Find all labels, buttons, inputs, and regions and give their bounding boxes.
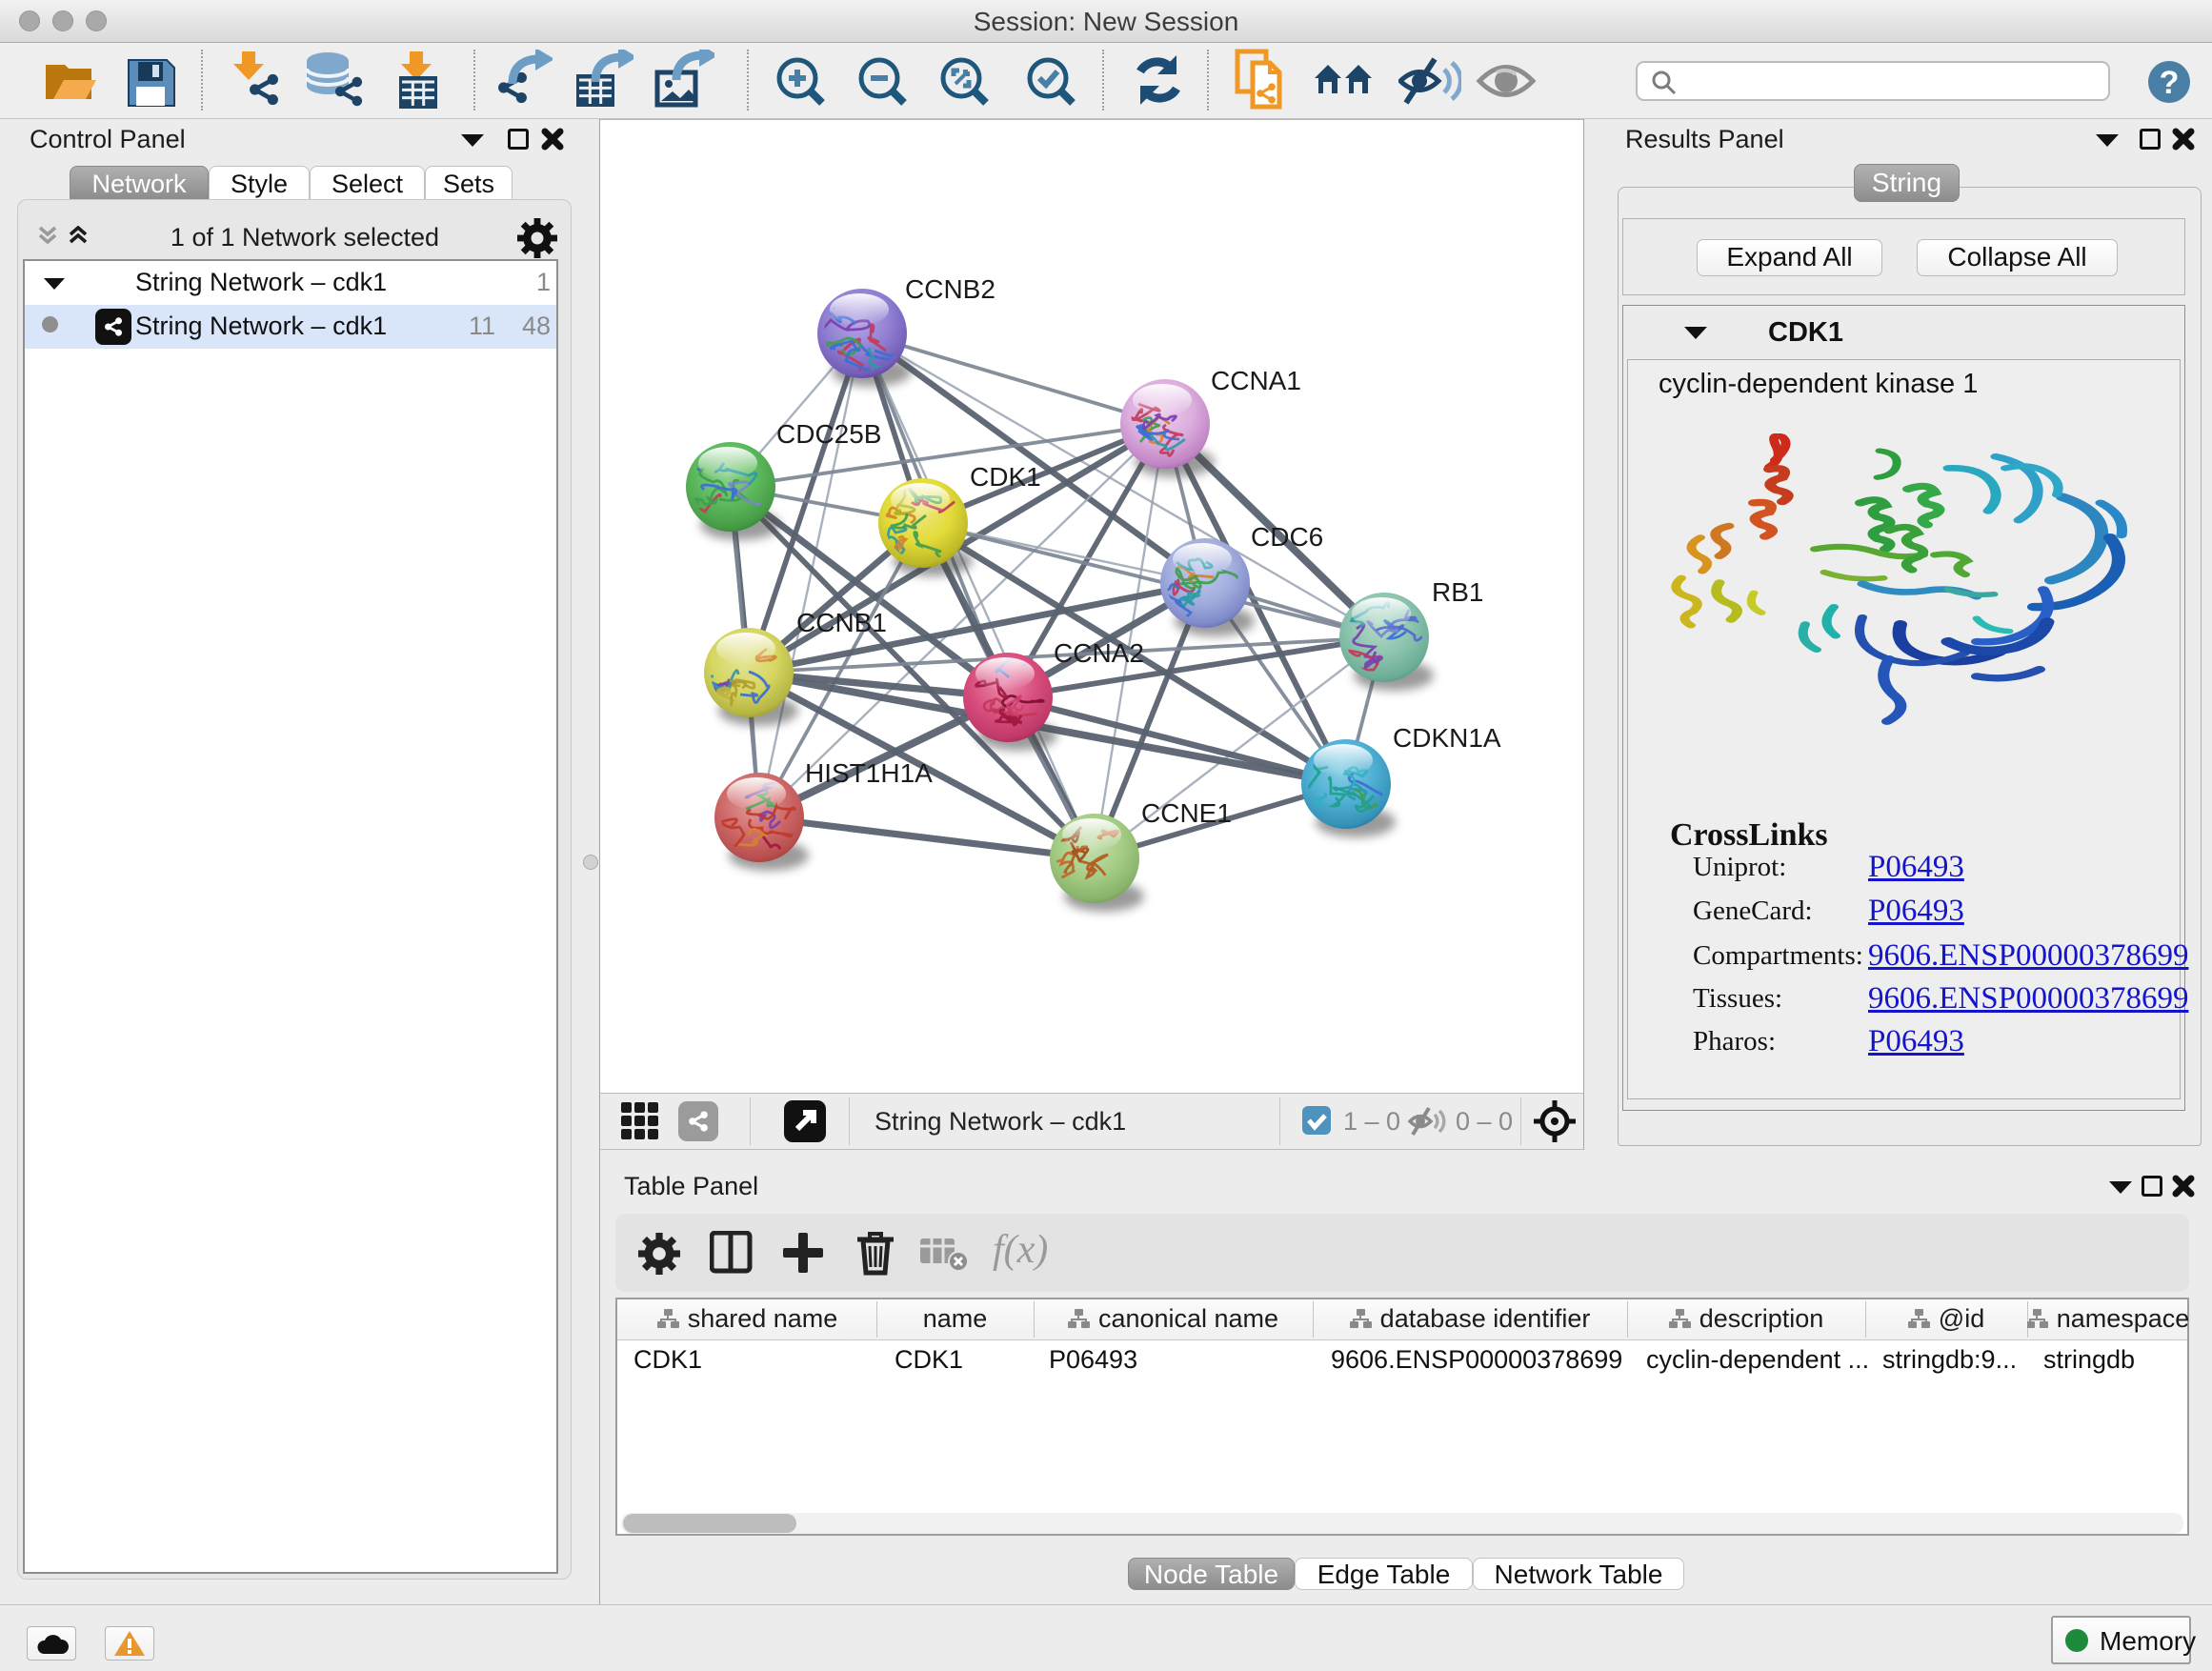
svg-text:CCNB1: CCNB1 bbox=[796, 608, 887, 637]
svg-text:?: ? bbox=[2160, 65, 2180, 101]
svg-text:CDC25B: CDC25B bbox=[776, 419, 881, 449]
svg-text:CCNA2: CCNA2 bbox=[1054, 638, 1144, 668]
svg-text:CDKN1A: CDKN1A bbox=[1393, 723, 1501, 753]
svg-text:CDC6: CDC6 bbox=[1251, 522, 1323, 552]
svg-text:RB1: RB1 bbox=[1432, 577, 1483, 607]
svg-text:CCNE1: CCNE1 bbox=[1141, 798, 1232, 828]
svg-text:CDK1: CDK1 bbox=[970, 462, 1041, 492]
svg-text:CCNA1: CCNA1 bbox=[1211, 366, 1301, 395]
svg-text:CCNB2: CCNB2 bbox=[905, 274, 995, 304]
svg-text:HIST1H1A: HIST1H1A bbox=[805, 758, 933, 788]
